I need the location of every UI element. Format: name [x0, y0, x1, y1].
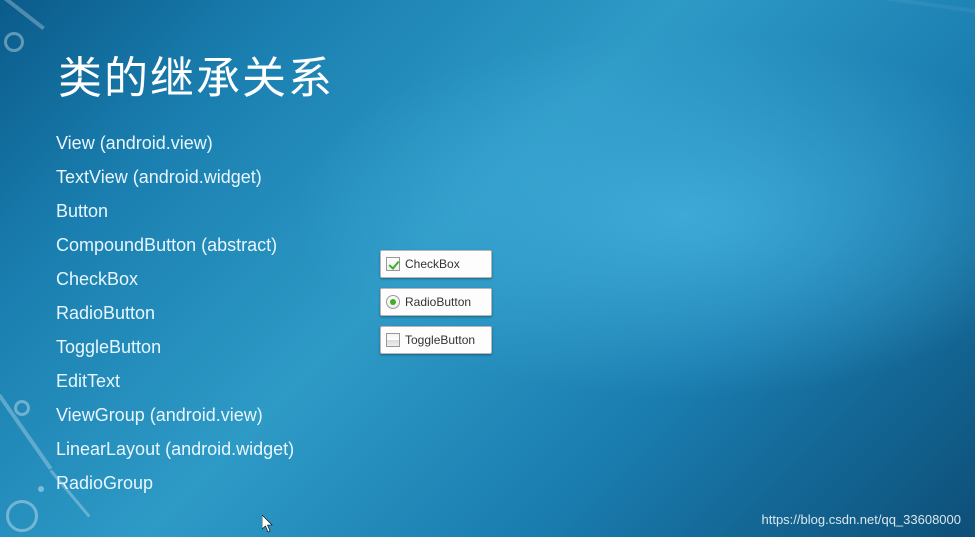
tree-node-radiogroup: RadioGroup: [56, 466, 919, 500]
tree-node-button: Button: [56, 194, 919, 228]
slide-title: 类的继承关系: [58, 42, 919, 106]
sample-checkbox-label: CheckBox: [405, 257, 460, 271]
togglebutton-icon: [386, 333, 400, 347]
tree-node-view: View (android.view): [56, 126, 919, 160]
sample-togglebutton: ToggleButton: [380, 326, 492, 354]
radiobutton-icon: [386, 295, 400, 309]
tree-node-viewgroup: ViewGroup (android.view): [56, 398, 919, 432]
sample-radiobutton: RadioButton: [380, 288, 492, 316]
widget-samples: CheckBox RadioButton ToggleButton: [380, 250, 492, 364]
tree-node-textview: TextView (android.widget): [56, 160, 919, 194]
tree-node-edittext: EditText: [56, 364, 919, 398]
watermark-url: https://blog.csdn.net/qq_33608000: [762, 512, 962, 527]
sample-checkbox: CheckBox: [380, 250, 492, 278]
sample-radiobutton-label: RadioButton: [405, 295, 471, 309]
sample-togglebutton-label: ToggleButton: [405, 333, 475, 347]
checkbox-icon: [386, 257, 400, 271]
tree-node-linearlayout: LinearLayout (android.widget): [56, 432, 919, 466]
slide: 类的继承关系 View (android.view) TextView (and…: [0, 0, 975, 537]
